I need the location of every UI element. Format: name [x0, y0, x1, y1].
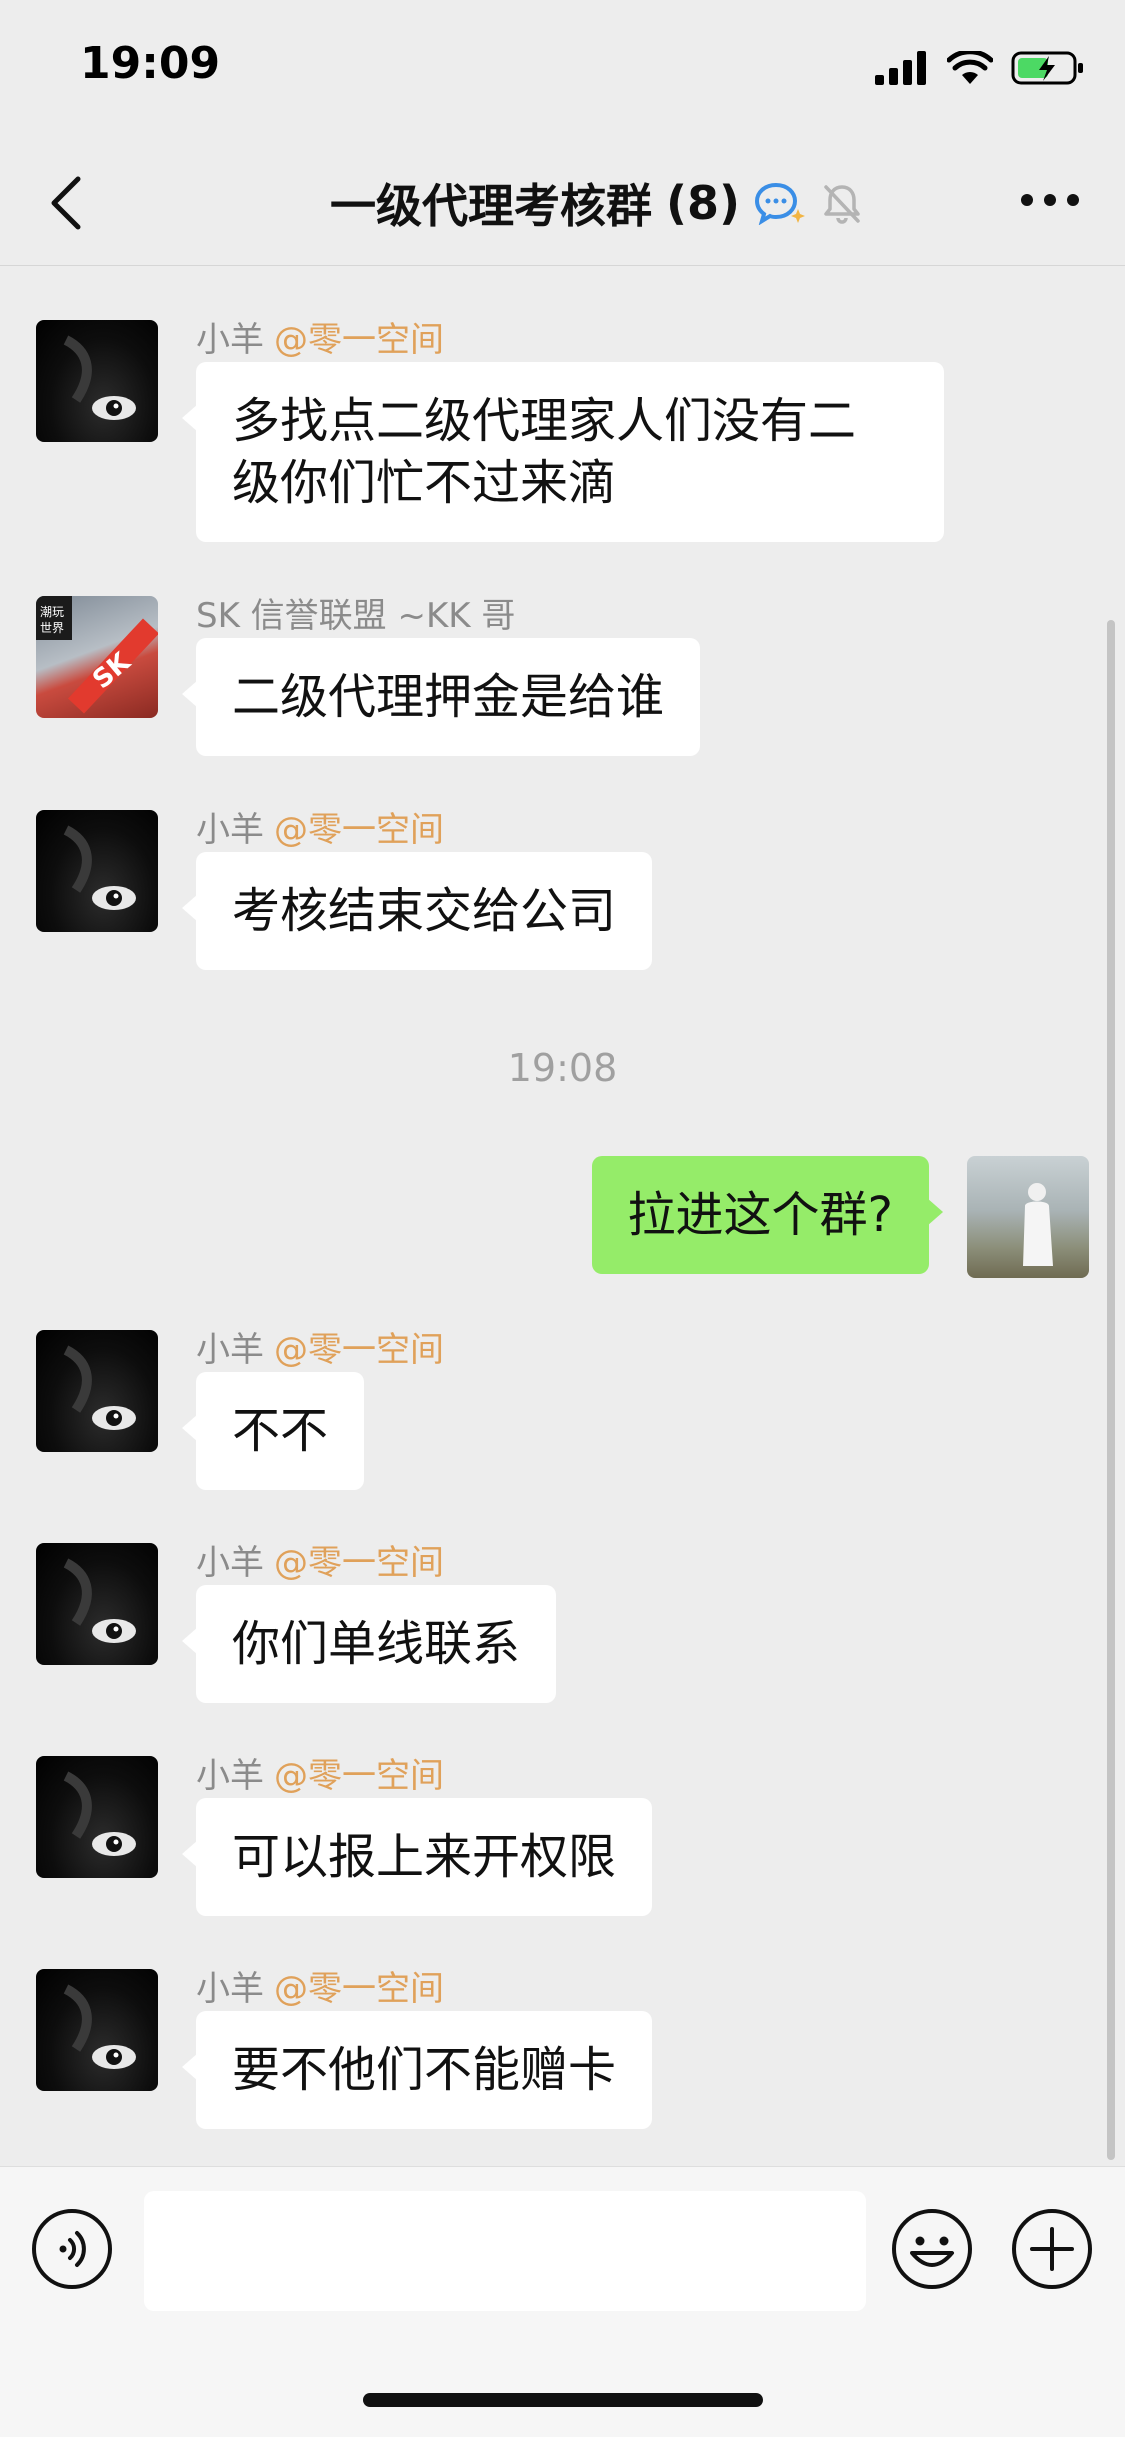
chevron-left-icon: [51, 176, 81, 230]
message-item: 小羊 @零一空间 考核结束交给公司: [0, 810, 1125, 970]
message-item: 小羊 @零一空间 要不他们不能赠卡: [0, 1969, 1125, 2129]
message-text-line: 拉进这个群?: [627, 1187, 893, 1243]
message-text-line: 级你们忙不过来滴: [232, 455, 617, 511]
message-bubble-self[interactable]: 拉进这个群?: [591, 1156, 944, 1274]
avatar[interactable]: [36, 320, 158, 442]
sk-logo-avatar-art: 潮玩 世界 SK: [36, 596, 158, 714]
message-item: 小羊 @零一空间 多找点二级代理家人们没有二 级你们忙不过来滴: [0, 320, 1125, 560]
sender-line: 小羊 @零一空间: [196, 1961, 444, 2010]
cellular-signal-icon: [875, 51, 926, 85]
dark-eye-avatar-art: [63, 1345, 136, 1430]
home-indicator[interactable]: [363, 2393, 763, 2407]
back-button[interactable]: [40, 168, 90, 238]
voice-button[interactable]: [30, 2207, 114, 2291]
message-input[interactable]: [144, 2191, 866, 2311]
svg-text:世界: 世界: [40, 621, 64, 635]
wifi-icon: [947, 51, 993, 84]
sender-name: SK 信誉联盟 ~KK 哥: [196, 596, 516, 636]
plus-button[interactable]: [1010, 2207, 1094, 2291]
message-bubble[interactable]: 多找点二级代理家人们没有二 级你们忙不过来滴: [182, 362, 944, 542]
smiley-icon: [892, 2209, 972, 2289]
dark-eye-avatar-art: [63, 1771, 136, 1856]
sender-line: 小羊 @零一空间: [196, 802, 444, 851]
sender-name: 小羊: [196, 810, 264, 850]
message-bubble[interactable]: 不不: [181, 1372, 365, 1490]
dark-eye-avatar-art: [63, 1558, 136, 1643]
message-text-line: 你们单线联系: [232, 1616, 521, 1672]
sender-name: 小羊: [196, 320, 264, 360]
message-bubble[interactable]: 考核结束交给公司: [181, 852, 653, 970]
sender-line: 小羊 @零一空间: [196, 1748, 444, 1797]
message-text-line: 要不他们不能赠卡: [232, 2042, 617, 2098]
avatar-brand-text: 潮玩: [40, 604, 64, 619]
avatar[interactable]: 潮玩 世界 SK: [36, 596, 158, 718]
message-item: 潮玩 世界 SK SK 信誉联盟 ~KK 哥 二级代理押金是给谁: [0, 596, 1125, 756]
sender-name: 小羊: [196, 1543, 264, 1583]
message-text-line: 多找点二级代理家人们没有二: [232, 393, 857, 449]
battery-charging-icon: [1011, 51, 1083, 85]
mute-bell-icon: [824, 185, 860, 224]
more-dots-icon: [1021, 194, 1079, 206]
sender-org: @零一空间: [274, 1756, 444, 1796]
chat-header: 一级代理考核群 (8): [0, 140, 1125, 266]
sender-org: @零一空间: [274, 810, 444, 850]
message-text-line: 二级代理押金是给谁: [232, 669, 665, 725]
message-item-self: 拉进这个群?: [0, 1156, 1125, 1316]
sender-name: 小羊: [196, 1969, 264, 2009]
message-text-line: 不不: [232, 1403, 329, 1459]
group-name: 一级代理考核群: [330, 179, 652, 233]
avatar[interactable]: [36, 1543, 158, 1665]
message-text-line: 可以报上来开权限: [232, 1829, 617, 1885]
sender-line: SK 信誉联盟 ~KK 哥: [196, 588, 515, 637]
message-text-line: 考核结束交给公司: [232, 883, 617, 939]
sender-line: 小羊 @零一空间: [196, 1535, 444, 1584]
sender-name: 小羊: [196, 1330, 264, 1370]
message-item: 小羊 @零一空间 你们单线联系: [0, 1543, 1125, 1703]
scrollbar[interactable]: [1107, 620, 1115, 2160]
avatar[interactable]: [36, 1969, 158, 2091]
sender-org: @零一空间: [274, 320, 444, 360]
person-silhouette-avatar-art: [1023, 1183, 1053, 1266]
sender-line: 小羊 @零一空间: [196, 312, 444, 361]
status-icons: [875, 48, 1085, 88]
avatar[interactable]: [36, 1756, 158, 1878]
message-timestamp: 19:08: [507, 1046, 618, 1090]
voice-icon: [32, 2209, 112, 2289]
avatar[interactable]: [36, 810, 158, 932]
avatar[interactable]: [36, 1330, 158, 1452]
status-bar: 19:09: [0, 0, 1125, 140]
dark-eye-avatar-art: [63, 1984, 136, 2069]
self-avatar[interactable]: [967, 1156, 1089, 1278]
chat-title[interactable]: 一级代理考核群 (8): [330, 170, 864, 236]
message-bubble[interactable]: 可以报上来开权限: [181, 1798, 653, 1916]
more-button[interactable]: [1015, 180, 1085, 220]
sender-name: 小羊: [196, 1756, 264, 1796]
message-bubble[interactable]: 要不他们不能赠卡: [181, 2011, 653, 2129]
plus-circle-icon: [1012, 2209, 1092, 2289]
message-item: 小羊 @零一空间 可以报上来开权限: [0, 1756, 1125, 1916]
sender-line: 小羊 @零一空间: [196, 1322, 444, 1371]
status-time: 19:09: [80, 38, 221, 89]
sender-org: @零一空间: [274, 1543, 444, 1583]
emoji-button[interactable]: [890, 2207, 974, 2291]
dark-eye-avatar-art: [63, 825, 136, 910]
message-item: 小羊 @零一空间 不不: [0, 1330, 1125, 1490]
sender-org: @零一空间: [274, 1330, 444, 1370]
member-count: (8): [666, 176, 741, 230]
sender-org: @零一空间: [274, 1969, 444, 2009]
message-bubble[interactable]: 你们单线联系: [181, 1585, 557, 1703]
dark-eye-avatar-art: [63, 335, 136, 420]
message-list[interactable]: 小羊 @零一空间 多找点二级代理家人们没有二 级你们忙不过来滴 潮玩 世界 SK …: [0, 266, 1125, 2166]
chat-bubble-sparkle-icon: [755, 182, 806, 225]
message-bubble[interactable]: 二级代理押金是给谁: [181, 638, 701, 756]
